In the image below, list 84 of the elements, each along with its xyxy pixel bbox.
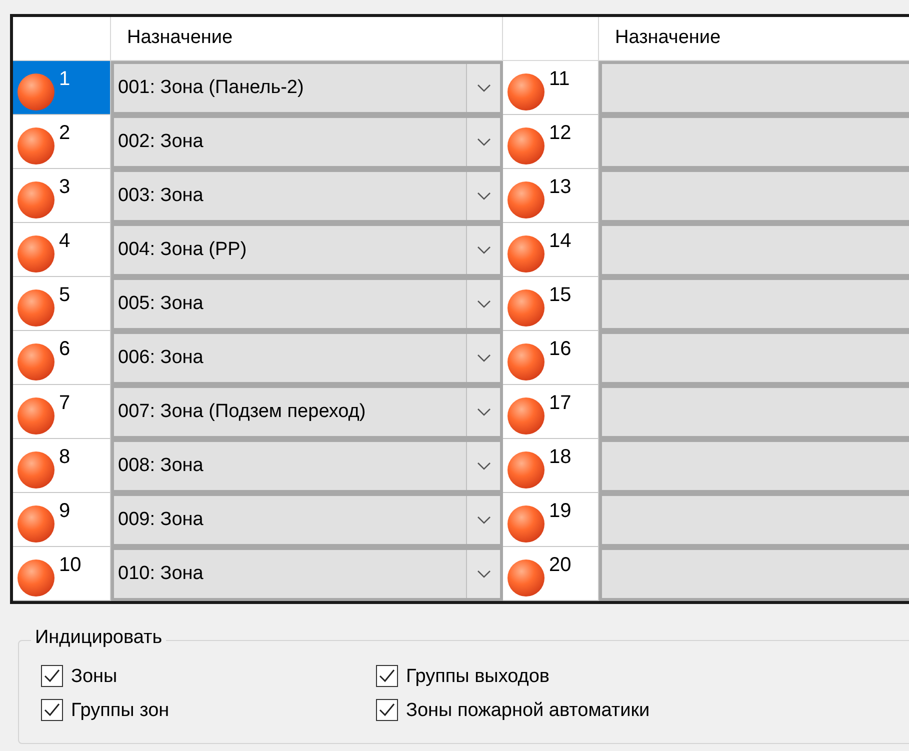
chevron-down-icon xyxy=(476,138,490,146)
ball-icon xyxy=(507,127,545,165)
ball-icon xyxy=(507,289,545,327)
ball-icon xyxy=(17,451,55,489)
ball-icon xyxy=(507,235,545,273)
indicate-checkbox[interactable]: Группы зон xyxy=(41,699,376,721)
ball-icon xyxy=(17,559,55,597)
row-number-cell[interactable]: 9 xyxy=(13,493,111,547)
assignment-dropdown[interactable]: 005: Зона xyxy=(111,277,503,331)
row-number-cell[interactable]: 14 xyxy=(503,223,599,277)
assignment-dropdown[interactable]: 002: Зона xyxy=(111,115,503,169)
indicate-checkbox[interactable]: Зоны xyxy=(41,665,376,687)
chevron-down-icon xyxy=(476,462,490,470)
check-icon xyxy=(379,703,395,717)
row-number-cell[interactable]: 8 xyxy=(13,439,111,493)
row-number-cell[interactable]: 17 xyxy=(503,385,599,439)
row-number-cell[interactable]: 13 xyxy=(503,169,599,223)
row-number-cell[interactable]: 5 xyxy=(13,277,111,331)
ball-icon xyxy=(17,181,55,219)
assignment-cell[interactable] xyxy=(599,547,909,601)
assignment-cell[interactable] xyxy=(599,277,909,331)
assignment-cell[interactable] xyxy=(599,61,909,115)
ball-icon xyxy=(507,451,545,489)
row-number-cell[interactable]: 4 xyxy=(13,223,111,277)
row-number-cell[interactable]: 2 xyxy=(13,115,111,169)
ball-icon xyxy=(17,505,55,543)
chevron-down-icon xyxy=(476,354,490,362)
checkbox[interactable] xyxy=(376,665,398,687)
assignment-dropdown[interactable]: 008: Зона xyxy=(111,439,503,493)
chevron-down-icon xyxy=(476,192,490,200)
ball-icon xyxy=(17,289,55,327)
row-number-cell[interactable]: 1 xyxy=(13,61,111,115)
check-icon xyxy=(44,703,60,717)
ball-icon xyxy=(17,235,55,273)
checkbox[interactable] xyxy=(41,665,63,687)
check-icon xyxy=(44,669,60,683)
ball-icon xyxy=(17,343,55,381)
ball-icon xyxy=(507,343,545,381)
checkbox[interactable] xyxy=(376,699,398,721)
row-number-cell[interactable]: 20 xyxy=(503,547,599,601)
ball-icon xyxy=(17,397,55,435)
ball-icon xyxy=(507,181,545,219)
ball-icon xyxy=(507,397,545,435)
assignment-cell[interactable] xyxy=(599,169,909,223)
row-number-cell[interactable]: 6 xyxy=(13,331,111,385)
row-number-cell[interactable]: 12 xyxy=(503,115,599,169)
assignment-dropdown[interactable]: 007: Зона (Подзем переход) xyxy=(111,385,503,439)
assignment-cell[interactable] xyxy=(599,493,909,547)
assignment-dropdown[interactable]: 010: Зона xyxy=(111,547,503,601)
chevron-down-icon xyxy=(476,246,490,254)
row-number-cell[interactable]: 7 xyxy=(13,385,111,439)
indicate-checkbox[interactable]: Зоны пожарной автоматики xyxy=(376,699,776,721)
row-number-cell[interactable]: 3 xyxy=(13,169,111,223)
row-number-cell[interactable]: 19 xyxy=(503,493,599,547)
checkbox[interactable] xyxy=(41,699,63,721)
chevron-down-icon xyxy=(476,84,490,92)
group-title: Индицировать xyxy=(31,628,166,647)
assignment-dropdown[interactable]: 004: Зона (РР) xyxy=(111,223,503,277)
assignment-dropdown[interactable]: 009: Зона xyxy=(111,493,503,547)
ball-icon xyxy=(507,505,545,543)
assignment-dropdown[interactable]: 001: Зона (Панель-2) xyxy=(111,61,503,115)
row-number-cell[interactable]: 16 xyxy=(503,331,599,385)
ball-icon xyxy=(17,73,55,111)
assignment-dropdown[interactable]: 006: Зона xyxy=(111,331,503,385)
column-header: Назначение xyxy=(111,17,503,61)
check-icon xyxy=(379,669,395,683)
row-number-cell[interactable]: 11 xyxy=(503,61,599,115)
row-number-cell[interactable]: 15 xyxy=(503,277,599,331)
chevron-down-icon xyxy=(476,516,490,524)
ball-icon xyxy=(507,559,545,597)
assignment-dropdown[interactable]: 003: Зона xyxy=(111,169,503,223)
ball-icon xyxy=(17,127,55,165)
assignment-cell[interactable] xyxy=(599,385,909,439)
assignment-cell[interactable] xyxy=(599,439,909,493)
indicate-checkbox[interactable]: Группы выходов xyxy=(376,665,776,687)
assignment-cell[interactable] xyxy=(599,115,909,169)
assignment-cell[interactable] xyxy=(599,223,909,277)
chevron-down-icon xyxy=(476,570,490,578)
chevron-down-icon xyxy=(476,408,490,416)
chevron-down-icon xyxy=(476,300,490,308)
assignment-cell[interactable] xyxy=(599,331,909,385)
ball-icon xyxy=(507,73,545,111)
row-number-cell[interactable]: 10 xyxy=(13,547,111,601)
row-number-cell[interactable]: 18 xyxy=(503,439,599,493)
